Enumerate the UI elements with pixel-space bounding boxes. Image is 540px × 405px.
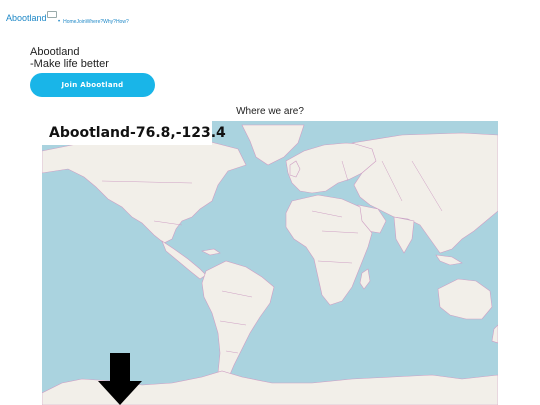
hero-title: Abootland (30, 46, 80, 58)
brand-link[interactable]: Abootland (6, 13, 47, 23)
where-heading: Where we are? (236, 106, 304, 117)
nav-link-home[interactable]: Home (63, 19, 76, 25)
nav-item-join[interactable]: Join (76, 19, 85, 25)
join-button[interactable]: Join Abootland (30, 73, 155, 97)
nav-item-home[interactable]: Home (58, 19, 76, 25)
nav-item-how[interactable]: How? (116, 19, 129, 25)
hero-tagline: -Make life better (30, 58, 109, 70)
nav-item-why[interactable]: Why? (103, 19, 116, 25)
down-arrow-shaft (110, 353, 130, 383)
nav-link-how[interactable]: How? (116, 19, 129, 25)
coordinate-label: Abootland-76.8,-123.4 (42, 121, 226, 145)
nav-link-join[interactable]: Join (76, 19, 85, 25)
nav-links: Home Join Where? Why? How? (58, 19, 129, 25)
navbar-toggle-icon[interactable] (47, 11, 57, 18)
nav-item-where[interactable]: Where? (86, 19, 104, 25)
world-map-image (42, 121, 498, 405)
hero-section: Abootland -Make life better Join Abootla… (30, 46, 155, 97)
nav-link-why[interactable]: Why? (103, 19, 116, 25)
nav-link-where[interactable]: Where? (86, 19, 104, 25)
world-map[interactable]: Abootland-76.8,-123.4 (42, 121, 498, 405)
